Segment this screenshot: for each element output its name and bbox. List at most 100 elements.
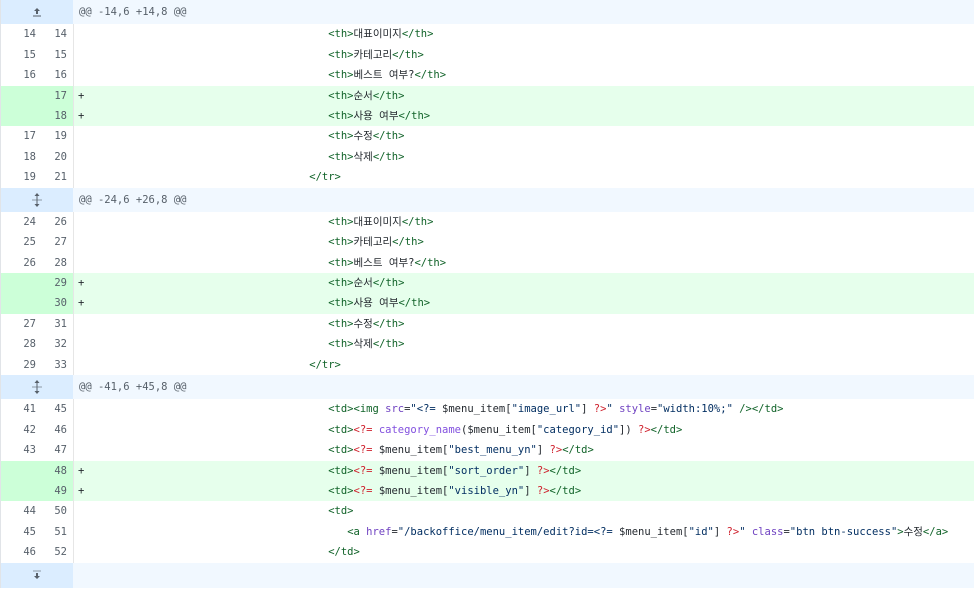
code-token: </th>	[372, 338, 405, 351]
code-line: + <td><?= $menu_item["sort_order"] ?></t…	[74, 461, 974, 481]
code-line: </tr>	[74, 167, 974, 187]
code-token: $menu_item[	[378, 444, 449, 457]
code-line: <th>삭제</th>	[74, 147, 974, 167]
new-line-number[interactable]: 21	[37, 167, 73, 187]
code-token: "/backoffice/menu_item/edit?id=<?=	[397, 525, 620, 538]
old-line-number[interactable]	[1, 273, 37, 294]
new-line-number[interactable]: 20	[37, 147, 73, 167]
diff-line-context: 25 27 <th>카테고리</th>	[1, 232, 974, 253]
diff-marker: +	[78, 297, 85, 310]
old-line-number[interactable]: 45	[1, 522, 37, 542]
new-line-number[interactable]: 45	[37, 399, 73, 419]
old-line-number[interactable]: 43	[1, 440, 37, 460]
diff-line-context: 46 52 </td>	[1, 542, 974, 563]
code-line: <th>수정</th>	[74, 314, 974, 334]
new-line-number[interactable]: 52	[37, 542, 73, 562]
code-line: <th>베스트 여부?</th>	[74, 253, 974, 273]
code-line: + <td><?= $menu_item["visible_yn"] ?></t…	[74, 481, 974, 501]
diff-footer	[1, 562, 974, 588]
old-line-number[interactable]	[1, 105, 37, 127]
new-line-number[interactable]: 15	[37, 45, 73, 65]
old-line-number[interactable]: 18	[1, 147, 37, 167]
expand-down-icon[interactable]	[1, 562, 73, 588]
new-line-number[interactable]: 46	[37, 420, 73, 440]
new-line-number[interactable]: 31	[37, 314, 73, 334]
old-line-number[interactable]: 26	[1, 253, 37, 273]
new-line-number[interactable]: 29	[37, 273, 73, 294]
code-token: <td>	[328, 505, 354, 518]
code-token: </td>	[328, 546, 360, 559]
new-line-number[interactable]: 49	[37, 480, 73, 502]
code-token: </tr>	[309, 358, 341, 371]
old-line-number[interactable]: 27	[1, 314, 37, 334]
code-token: </th>	[392, 236, 424, 249]
old-line-number[interactable]: 25	[1, 232, 37, 252]
old-line-number[interactable]: 28	[1, 334, 37, 354]
old-line-number[interactable]	[1, 293, 37, 314]
old-line-number[interactable]: 42	[1, 420, 37, 440]
diff-line-context: 18 20 <th>삭제</th>	[1, 146, 974, 168]
old-line-number[interactable]: 41	[1, 399, 37, 419]
new-line-number[interactable]: 33	[37, 355, 73, 375]
code-token: ])	[619, 423, 639, 436]
code-token: "visible_yn"	[448, 484, 525, 497]
old-line-number[interactable]: 19	[1, 167, 37, 187]
code-line: + <th>순서</th>	[74, 273, 974, 293]
code-token: "image_url"	[511, 403, 582, 416]
diff-line-context: 44 50 <td>	[1, 501, 974, 522]
code-token: </th>	[401, 215, 434, 228]
code-token: style	[619, 403, 651, 416]
diff-line-added: 30 + <th>사용 여부</th>	[1, 293, 974, 314]
code-token: 사용 여부	[353, 297, 399, 310]
new-line-number[interactable]: 47	[37, 440, 73, 460]
diff-line-context: 28 32 <th>삭제</th>	[1, 334, 974, 355]
new-line-number[interactable]: 14	[37, 24, 73, 44]
diff-marker: +	[78, 277, 85, 290]
old-line-number[interactable]: 29	[1, 355, 37, 375]
new-line-number[interactable]: 26	[37, 212, 73, 232]
code-token: <th>	[328, 236, 354, 249]
diff-line-context: 15 15 <th>카테고리</th>	[1, 44, 974, 66]
old-line-number[interactable]: 14	[1, 24, 37, 44]
diff-view: @@ -14,6 +14,8 @@ 14 14 <th>대표이미지</th> 15 15…	[0, 0, 974, 588]
new-line-number[interactable]: 32	[37, 334, 73, 354]
code-token: 카테고리	[353, 48, 393, 61]
new-line-number[interactable]: 27	[37, 232, 73, 252]
code-token: <th>	[328, 317, 354, 330]
diff-line-context: 17 19 <th>수정</th>	[1, 126, 974, 147]
code-token: ]	[713, 525, 727, 538]
code-token: 수정	[903, 525, 923, 538]
new-line-number[interactable]: 17	[37, 85, 73, 106]
code-token: </th>	[398, 109, 431, 122]
expand-both-icon[interactable]	[1, 187, 73, 212]
old-line-number[interactable]: 17	[1, 126, 37, 146]
old-line-number[interactable]	[1, 480, 37, 502]
code-token: <th>	[328, 130, 354, 143]
old-line-number[interactable]: 46	[1, 542, 37, 562]
code-token: ($menu_item[	[461, 423, 537, 436]
new-line-number[interactable]: 51	[37, 522, 73, 542]
expand-both-icon[interactable]	[1, 375, 73, 400]
new-line-number[interactable]: 16	[37, 65, 73, 85]
code-token: <?=	[353, 423, 379, 436]
old-line-number[interactable]	[1, 85, 37, 106]
new-line-number[interactable]: 30	[37, 293, 73, 314]
code-token: "best_menu_yn"	[448, 444, 537, 457]
code-token: </th>	[372, 277, 405, 290]
new-line-number[interactable]: 28	[37, 253, 73, 273]
old-line-number[interactable]: 44	[1, 501, 37, 521]
new-line-number[interactable]: 48	[37, 460, 73, 481]
new-line-number[interactable]: 19	[37, 126, 73, 146]
new-line-number[interactable]: 18	[37, 105, 73, 127]
old-line-number[interactable]: 24	[1, 212, 37, 232]
code-token: <th>	[328, 109, 354, 122]
code-token: </th>	[372, 150, 405, 163]
code-line: <td><?= category_name($menu_item["catego…	[74, 420, 974, 440]
new-line-number[interactable]: 50	[37, 501, 73, 521]
expand-up-icon[interactable]	[1, 0, 73, 25]
old-line-number[interactable]: 16	[1, 65, 37, 85]
old-line-number[interactable]	[1, 460, 37, 481]
code-token: ?>	[638, 423, 651, 436]
code-line: </tr>	[74, 355, 974, 375]
old-line-number[interactable]: 15	[1, 45, 37, 65]
